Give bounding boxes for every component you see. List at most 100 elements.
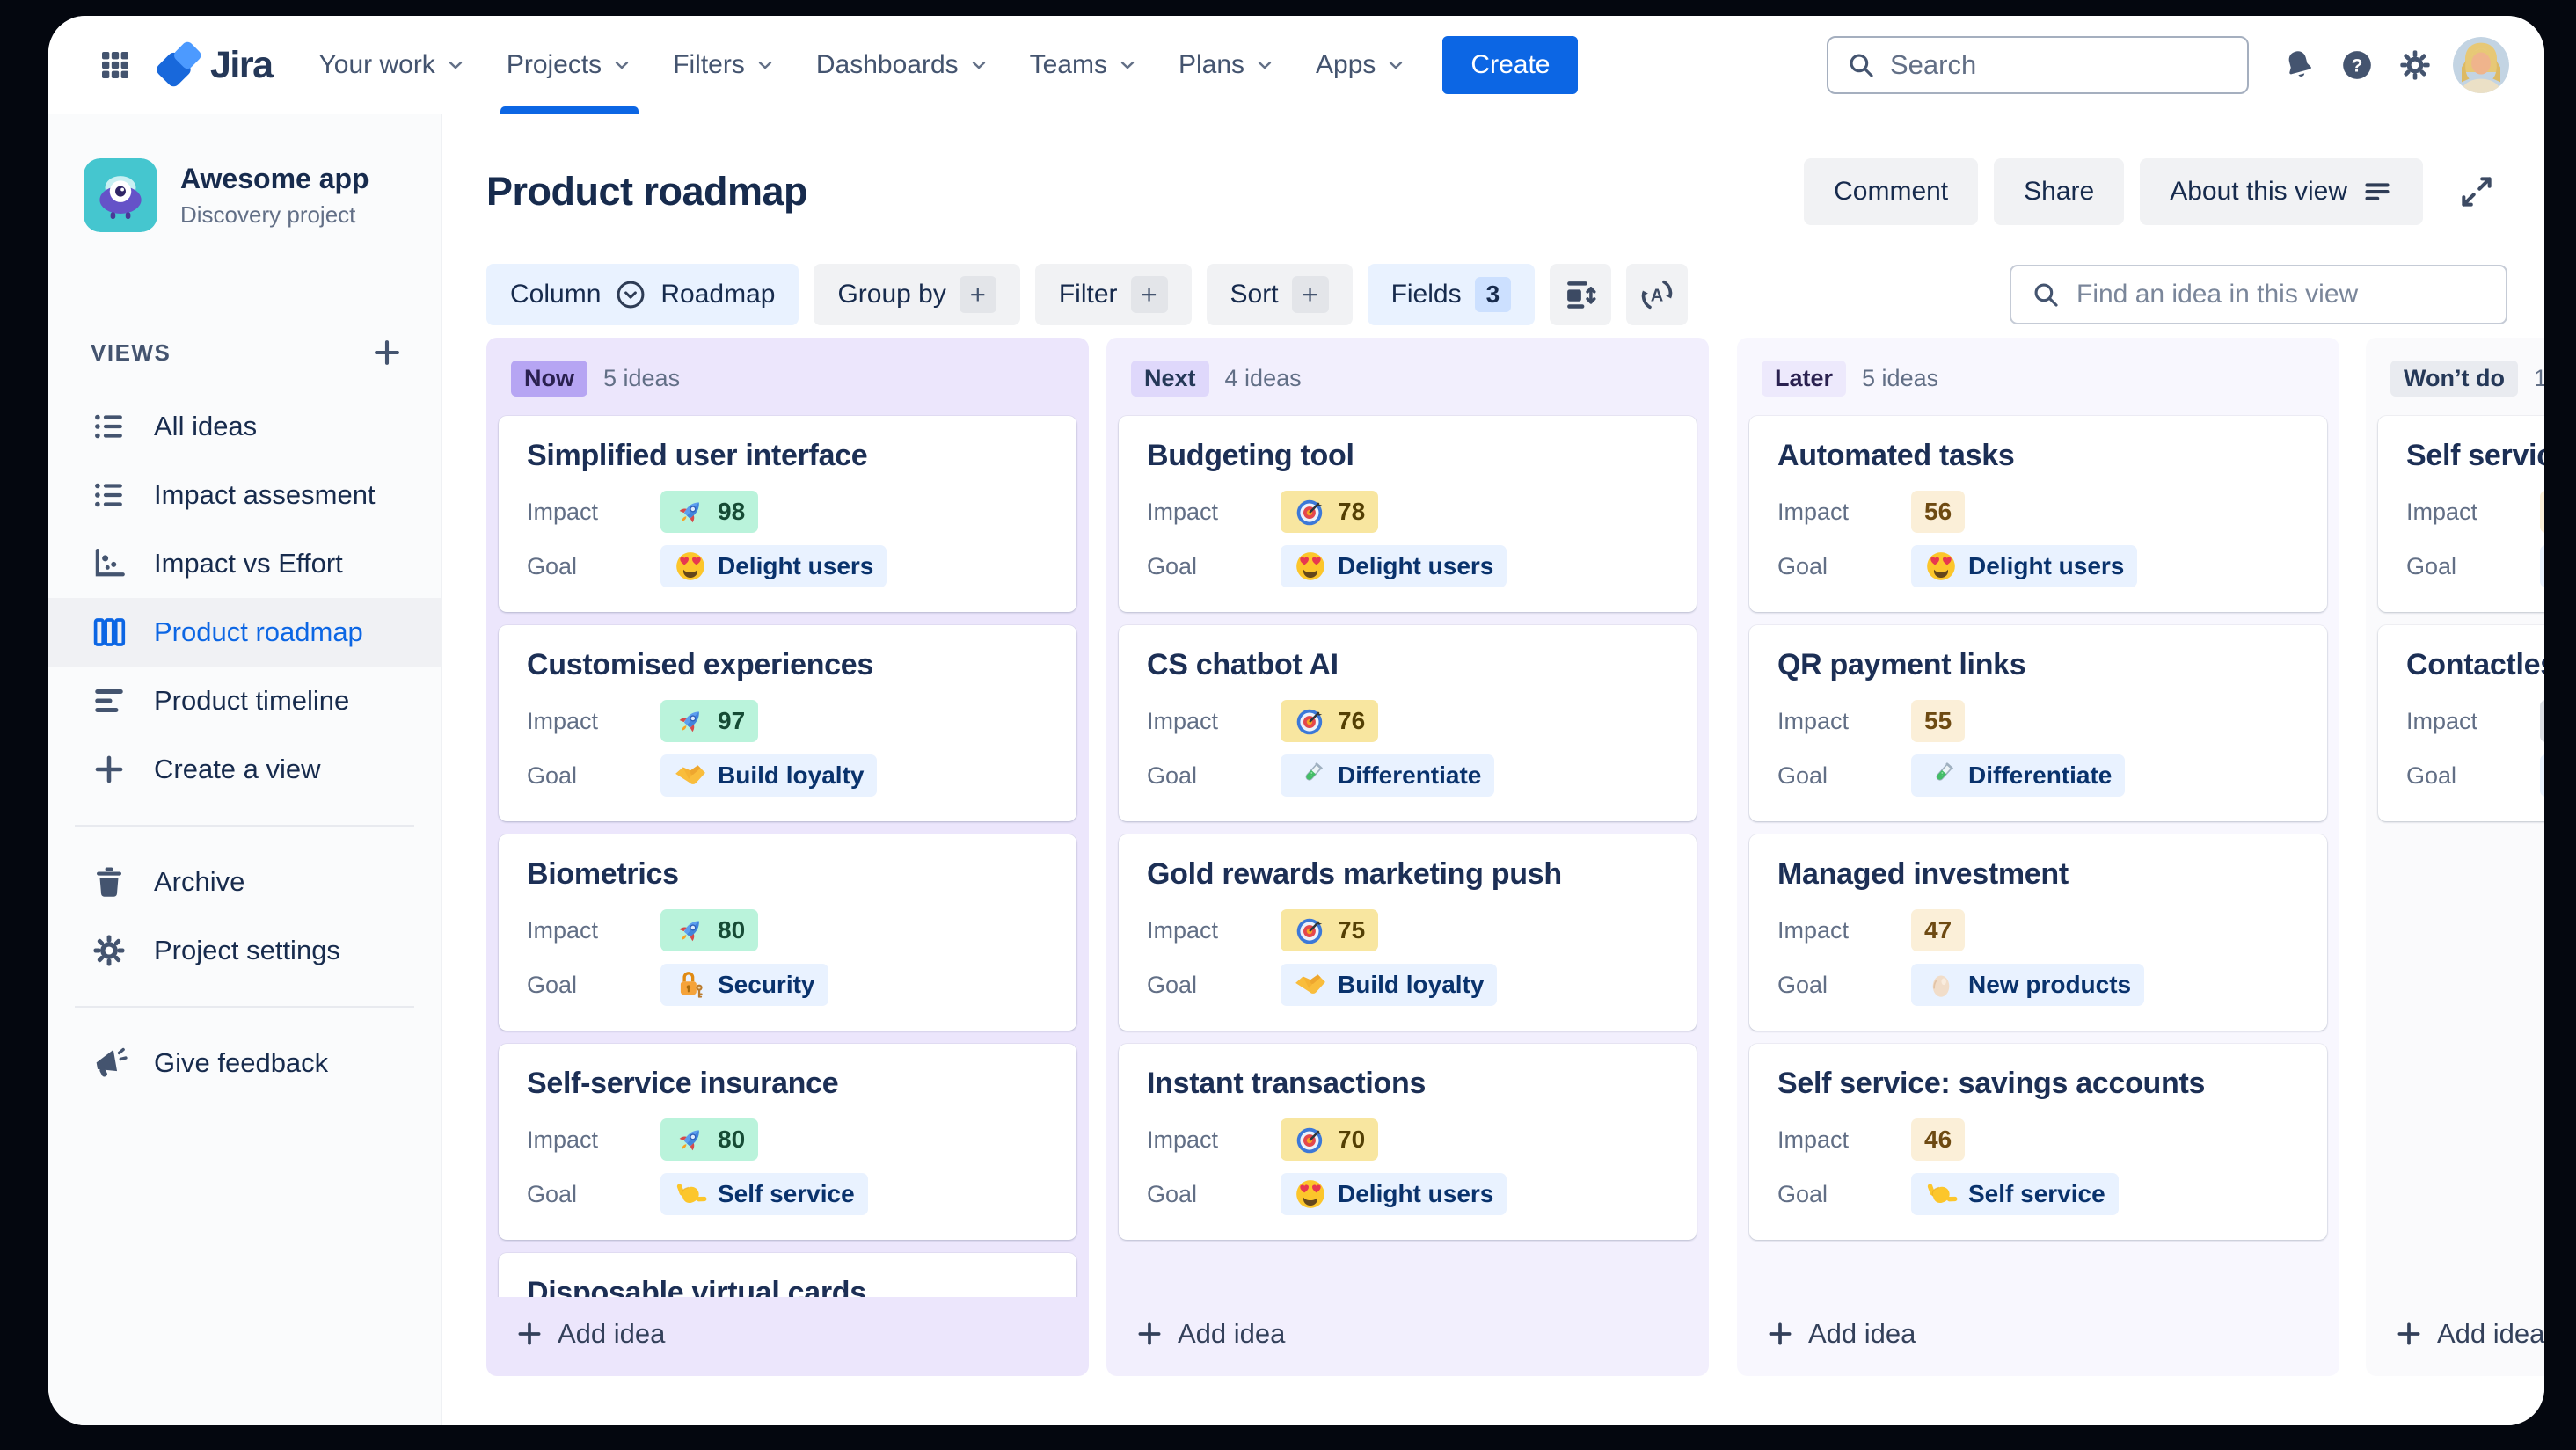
fullscreen-button[interactable] <box>2446 161 2507 222</box>
field-label: Goal <box>1147 761 1198 789</box>
global-search-input[interactable] <box>1888 48 2229 82</box>
sort-button[interactable]: Sort + <box>1206 264 1353 325</box>
sidebar-item-product-timeline[interactable]: Product timeline <box>48 667 441 735</box>
help-button[interactable] <box>2328 36 2386 94</box>
nav-item-dashboards[interactable]: Dashboards <box>796 16 1010 114</box>
jira-mark-icon <box>154 40 205 91</box>
idea-card[interactable]: Instant transactions Impact 70 Goal Delight … <box>1119 1044 1697 1240</box>
filter-button[interactable]: Filter + <box>1034 264 1192 325</box>
page-title: Product roadmap <box>486 169 808 214</box>
sidebar-item-archive[interactable]: Archive <box>48 848 441 916</box>
goal-field-row: Goal Security <box>527 964 1048 1006</box>
goal-field-row: Goal Delight users <box>1777 545 2299 587</box>
idea-card[interactable]: Gold rewards marketing push Impact 75 Goal B… <box>1119 834 1697 1031</box>
idea-card[interactable]: Customised experiences Impact 97 Goal Build … <box>499 625 1076 821</box>
impact-value-chip: 75 <box>1281 909 1379 951</box>
idea-card[interactable]: Self service: Impact 36 Goal <box>2378 416 2544 612</box>
jira-logo[interactable]: Jira <box>154 40 274 91</box>
target-icon <box>1294 495 1327 528</box>
idea-card[interactable]: Budgeting tool Impact 78 Goal Delight users <box>1119 416 1697 612</box>
idea-card[interactable]: Self service: savings accounts Impact 46 Go… <box>1749 1044 2327 1240</box>
idea-card[interactable]: Disposable virtual cardsImpact79 <box>499 1253 1076 1297</box>
views-heading: VIEWS <box>91 339 171 366</box>
add-idea-button[interactable]: Add idea <box>2366 1297 2544 1376</box>
idea-card[interactable]: Automated tasks Impact 56 Goal Delight users <box>1749 416 2327 612</box>
goal-field-row: Goal Differentiate <box>1777 754 2299 797</box>
about-this-view-button[interactable]: About this view <box>2140 158 2423 225</box>
grid-icon <box>98 47 133 83</box>
heart-eyes-icon <box>1294 550 1327 583</box>
add-idea-button[interactable]: Add idea <box>1737 1297 2339 1376</box>
nav-item-apps[interactable]: Apps <box>1295 16 1427 114</box>
app-body: Awesome app Discovery project VIEWS All … <box>48 114 2544 1425</box>
nav-item-your-work[interactable]: Your work <box>299 16 486 114</box>
column-header: Now 5 ideas <box>486 338 1089 414</box>
sidebar-item-all-ideas[interactable]: All ideas <box>48 392 441 461</box>
sidebar: Awesome app Discovery project VIEWS All … <box>48 114 442 1425</box>
idea-title: Instant transactions <box>1147 1067 1427 1100</box>
gear-button[interactable] <box>2386 36 2444 94</box>
field-label: Impact <box>1147 707 1219 734</box>
sidebar-item-impact-vs-effort[interactable]: Impact vs Effort <box>48 529 441 598</box>
plus-icon: + <box>959 276 996 313</box>
jira-logo-text: Jira <box>210 43 274 86</box>
board-icon <box>91 614 128 651</box>
nav-item-teams[interactable]: Teams <box>1010 16 1158 114</box>
sidebar-item-give-feedback[interactable]: Give feedback <box>48 1029 441 1097</box>
find-idea-input[interactable] <box>2075 279 2486 310</box>
column-chip-label: Column <box>510 280 602 309</box>
sidebar-divider <box>75 825 414 827</box>
impact-value: 80 <box>718 1126 746 1153</box>
sidebar-item-impact-assesment[interactable]: Impact assesment <box>48 461 441 529</box>
sidebar-item-label: Give feedback <box>154 1047 329 1078</box>
idea-card[interactable]: Biometrics Impact 80 Goal Security <box>499 834 1076 1031</box>
add-idea-label: Add idea <box>1808 1318 1916 1349</box>
impact-value: 97 <box>718 707 746 734</box>
egg-icon <box>1924 968 1958 1002</box>
idea-card[interactable]: Self-service insurance Impact 80 Goal Self s… <box>499 1044 1076 1240</box>
test-tube-icon <box>1924 759 1958 792</box>
target-icon <box>1294 704 1327 738</box>
bell-button[interactable] <box>2270 36 2328 94</box>
global-search[interactable] <box>1827 36 2249 94</box>
find-idea-search[interactable] <box>2010 265 2507 324</box>
share-button[interactable]: Share <box>1994 158 2125 225</box>
avatar-icon <box>2453 37 2509 93</box>
circle-chevron-icon <box>614 278 647 311</box>
main-content: Product roadmap Comment Share About this v… <box>442 114 2544 1425</box>
sidebar-item-create-a-view[interactable]: Create a view <box>48 735 441 804</box>
impact-value: 46 <box>1924 1126 1952 1153</box>
button-label: Comment <box>1834 177 1949 206</box>
row-height-button[interactable] <box>1550 264 1612 325</box>
nav-item-plans[interactable]: Plans <box>1158 16 1295 114</box>
idea-title: Self service: <box>2406 439 2544 472</box>
nav-item-filters[interactable]: Filters <box>653 16 796 114</box>
idea-card[interactable]: CS chatbot AI Impact 76 Goal Differentiate <box>1119 625 1697 821</box>
impact-value-chip: 97 <box>660 700 759 742</box>
comment-button[interactable]: Comment <box>1804 158 1979 225</box>
sidebar-item-product-roadmap[interactable]: Product roadmap <box>48 598 441 667</box>
idea-card[interactable]: Simplified user interface Impact 98 Goal Del… <box>499 416 1076 612</box>
idea-card[interactable]: Contactless Impact 30 Goal <box>2378 625 2544 821</box>
nav-item-projects[interactable]: Projects <box>486 16 653 114</box>
project-header[interactable]: Awesome app Discovery project <box>48 158 441 232</box>
add-view-button[interactable] <box>370 336 404 369</box>
impact-field-row: Impact 97 <box>527 700 1048 742</box>
sidebar-item-project-settings[interactable]: Project settings <box>48 916 441 985</box>
create-button[interactable]: Create <box>1442 36 1579 94</box>
fields-button[interactable]: Fields 3 <box>1367 264 1536 325</box>
impact-value-chip: 30 <box>2540 700 2544 742</box>
add-idea-button[interactable]: Add idea <box>1106 1297 1709 1376</box>
impact-value-chip: 80 <box>660 1118 759 1161</box>
monster-icon <box>84 158 157 232</box>
app-switcher-button[interactable] <box>87 37 143 93</box>
impact-field-row: Impact 98 <box>527 491 1048 533</box>
impact-field-row: Impact 75 <box>1147 909 1668 951</box>
column-display-selector[interactable]: Column Roadmap <box>486 264 799 325</box>
idea-card[interactable]: QR payment links Impact 55 Goal Differentiat… <box>1749 625 2327 821</box>
group-by-button[interactable]: Group by + <box>814 264 1020 325</box>
user-avatar[interactable] <box>2453 37 2509 93</box>
sort-order-button[interactable] <box>1626 264 1689 325</box>
add-idea-button[interactable]: Add idea <box>486 1297 1089 1376</box>
idea-card[interactable]: Managed investment Impact 47 Goal New produc… <box>1749 834 2327 1031</box>
